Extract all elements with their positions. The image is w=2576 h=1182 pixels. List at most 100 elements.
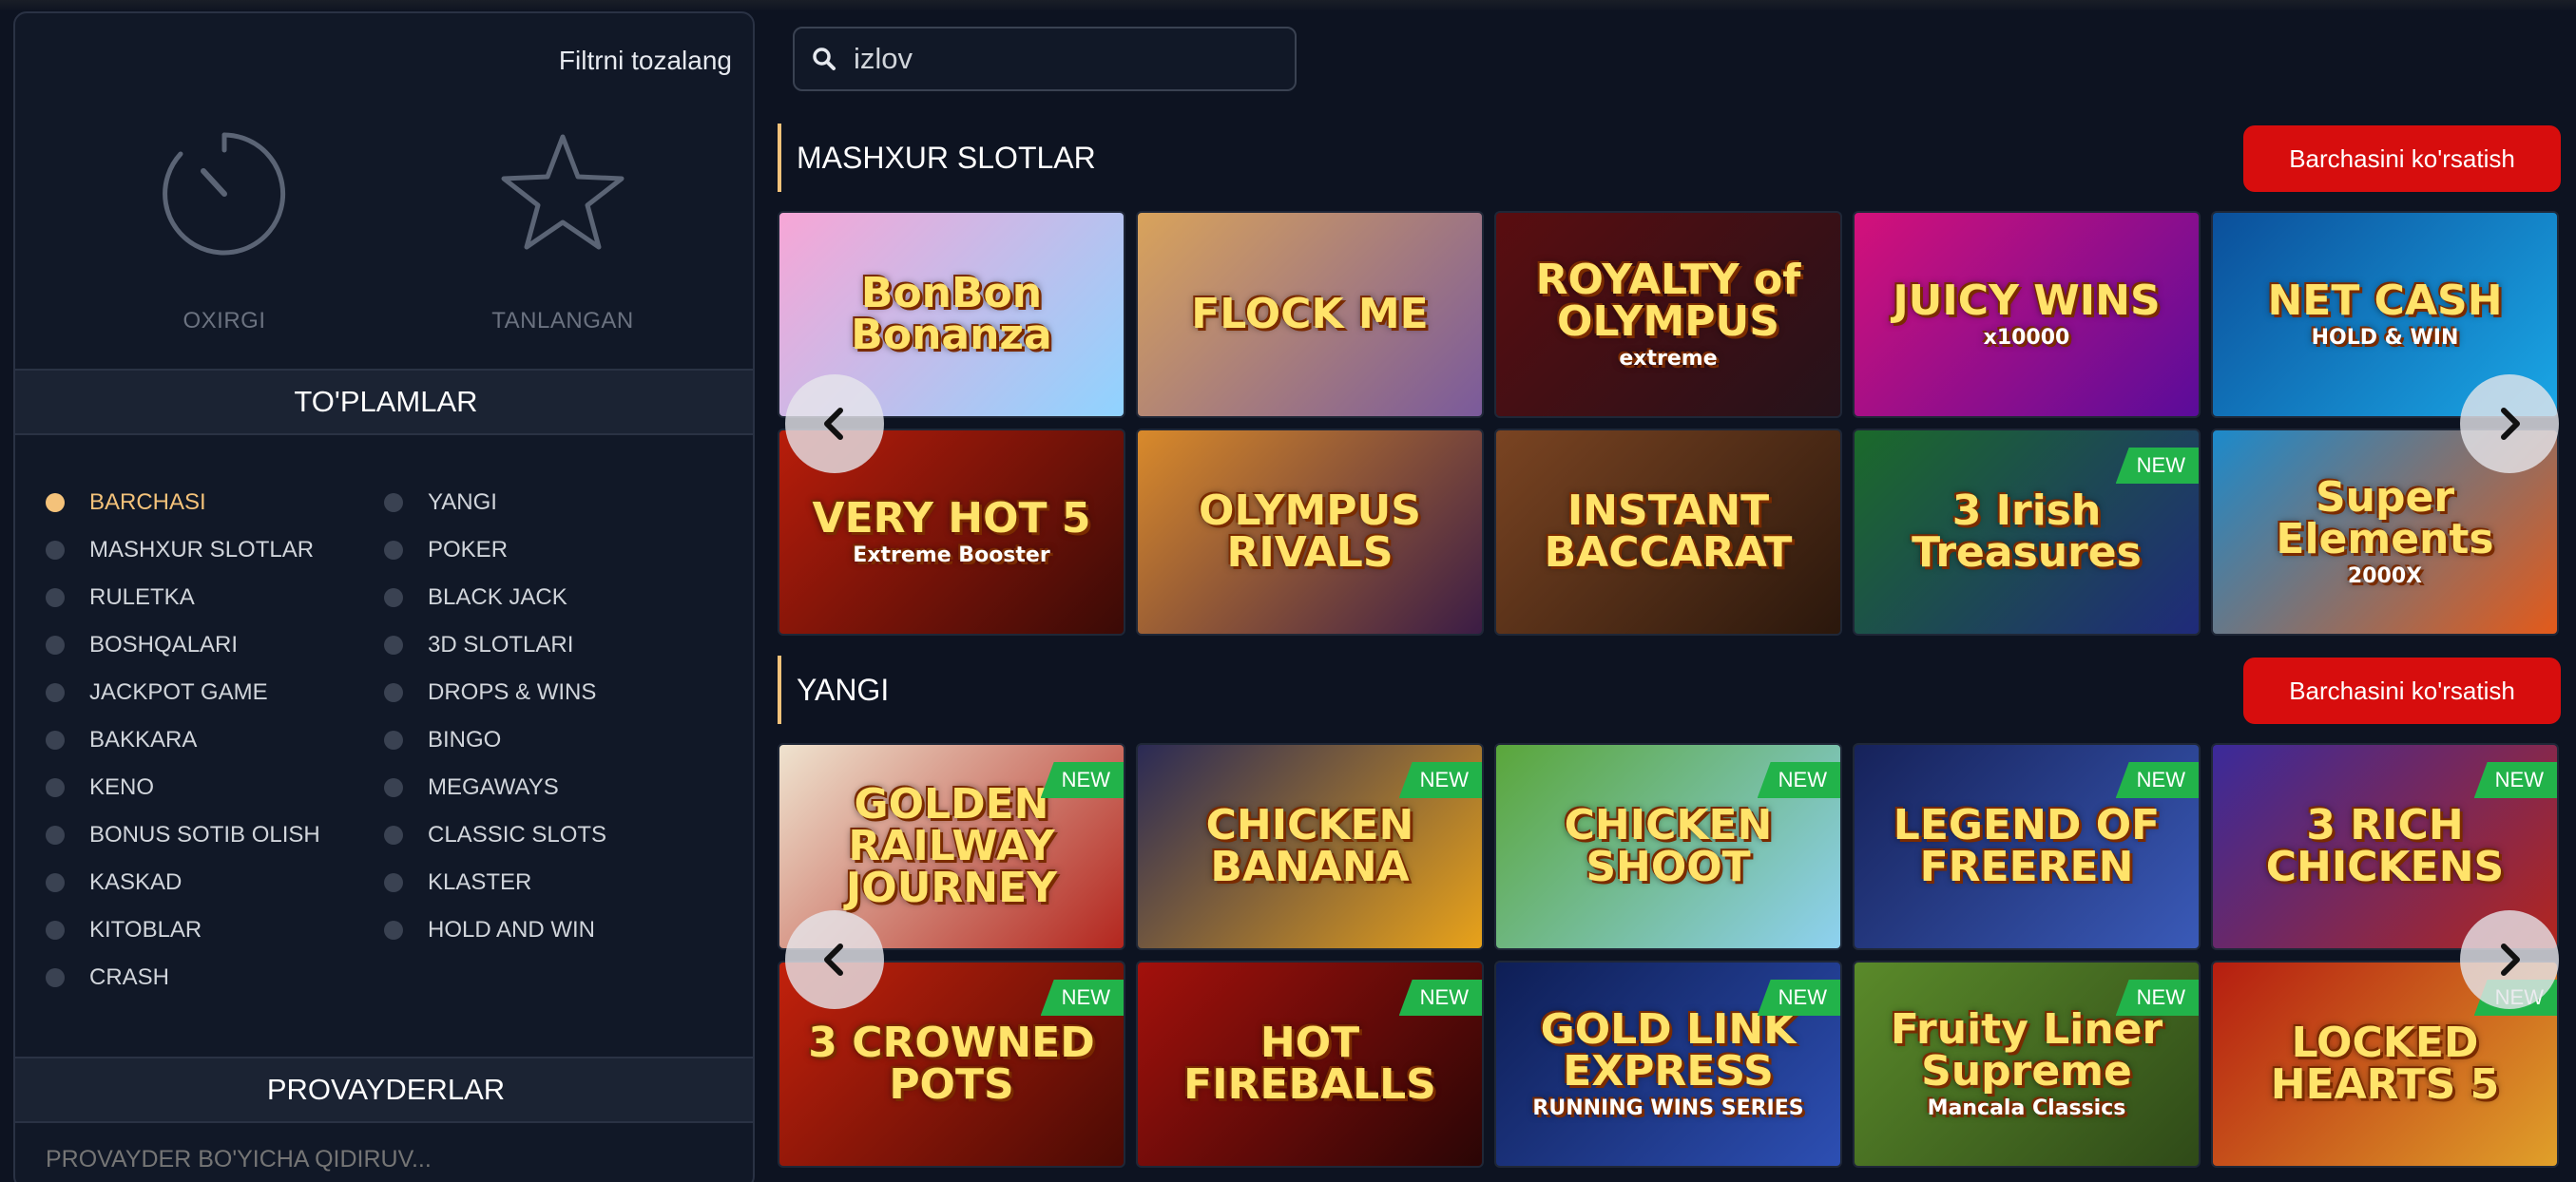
collections-heading: TO'PLAMLAR bbox=[15, 369, 753, 435]
collection-item[interactable]: BARCHASI bbox=[46, 479, 320, 526]
game-title: LOCKED HEARTS 5 bbox=[2224, 1022, 2546, 1106]
game-tile[interactable]: LEGEND OF FREEREN NEW bbox=[1853, 743, 2201, 950]
collection-item[interactable]: MEGAWAYS bbox=[384, 764, 606, 811]
game-tile[interactable]: Fruity Liner Supreme Mancala Classics NEW bbox=[1853, 961, 2201, 1168]
collection-label: KASKAD bbox=[89, 869, 183, 895]
search-icon bbox=[813, 48, 836, 70]
collection-label: MEGAWAYS bbox=[428, 774, 559, 800]
game-title-text: GOLDEN RAILWAY JOURNEY bbox=[845, 780, 1058, 912]
game-subtitle: HOLD & WIN bbox=[2311, 326, 2459, 350]
timer-icon bbox=[163, 132, 286, 256]
collection-label: BLACK JACK bbox=[428, 584, 567, 610]
game-subtitle: Mancala Classics bbox=[1927, 1096, 2126, 1120]
collection-item[interactable]: BAKKARA bbox=[46, 716, 320, 764]
collection-item[interactable]: KITOBLAR bbox=[46, 906, 320, 954]
collection-item[interactable]: CLASSIC SLOTS bbox=[384, 811, 606, 859]
game-tile[interactable]: FLOCK ME bbox=[1136, 211, 1484, 418]
game-title-text: JUICY WINS bbox=[1893, 276, 2161, 325]
game-tile[interactable]: 3 Irish Treasures NEW bbox=[1853, 429, 2201, 636]
collection-label: JACKPOT GAME bbox=[89, 679, 268, 705]
radio-dot-icon bbox=[46, 493, 65, 512]
game-search-input[interactable]: izlov bbox=[793, 27, 1297, 91]
radio-dot-icon bbox=[46, 636, 65, 655]
carousel-prev-button[interactable] bbox=[785, 374, 884, 473]
game-tile[interactable]: INSTANT BACCARAT bbox=[1494, 429, 1842, 636]
game-tile[interactable]: CHICKEN BANANA NEW bbox=[1136, 743, 1484, 950]
collection-label: POKER bbox=[428, 537, 509, 562]
game-title: 3 RICH CHICKENS bbox=[2224, 805, 2546, 888]
new-badge: NEW bbox=[1398, 762, 1482, 798]
collection-item[interactable]: BOSHQALARI bbox=[46, 621, 320, 669]
new-badge: NEW bbox=[1398, 980, 1482, 1016]
carousel-prev-button[interactable] bbox=[785, 910, 884, 1009]
game-title-text: NET CASH bbox=[2267, 276, 2503, 325]
collection-item[interactable]: KASKAD bbox=[46, 859, 320, 906]
see-all-button[interactable]: Barchasini ko'rsatish bbox=[2243, 125, 2561, 192]
game-tile[interactable]: CHICKEN SHOOT NEW bbox=[1494, 743, 1842, 950]
game-subtitle: Extreme Booster bbox=[853, 543, 1050, 567]
game-title-text: VERY HOT 5 bbox=[812, 494, 1091, 543]
clear-filter-link[interactable]: Filtrni tozalang bbox=[559, 46, 732, 76]
quick-filter-recent[interactable]: OXIRGI bbox=[139, 127, 310, 334]
collection-item[interactable]: JACKPOT GAME bbox=[46, 669, 320, 716]
collection-label: DROPS & WINS bbox=[428, 679, 597, 705]
collection-item[interactable]: BONUS SOTIB OLISH bbox=[46, 811, 320, 859]
collection-label: BINGO bbox=[428, 727, 502, 753]
provider-search-input[interactable] bbox=[46, 1146, 711, 1173]
radio-dot-icon bbox=[46, 826, 65, 845]
game-title-text: CHICKEN SHOOT bbox=[1564, 801, 1773, 891]
game-subtitle: x10000 bbox=[1983, 326, 2070, 350]
game-title: JUICY WINS x10000 bbox=[1893, 280, 2160, 349]
carousel-next-button[interactable] bbox=[2460, 374, 2559, 473]
collection-label: BOSHQALARI bbox=[89, 632, 239, 658]
game-title-text: CHICKEN BANANA bbox=[1205, 801, 1414, 891]
game-tile[interactable]: GOLD LINK EXPRESS RUNNING WINS SERIES NEW bbox=[1494, 961, 1842, 1168]
game-title-text: GOLD LINK EXPRESS bbox=[1540, 1005, 1797, 1096]
section-title: MASHXUR SLOTLAR bbox=[778, 124, 1096, 192]
new-badge: NEW bbox=[2115, 762, 2199, 798]
collection-item[interactable]: KLASTER bbox=[384, 859, 606, 906]
chevron-right-icon bbox=[2501, 408, 2520, 440]
collection-item[interactable]: HOLD AND WIN bbox=[384, 906, 606, 954]
game-tile[interactable]: HOT FIREBALLS NEW bbox=[1136, 961, 1484, 1168]
game-tile[interactable]: JUICY WINS x10000 bbox=[1853, 211, 2201, 418]
new-badge: NEW bbox=[1040, 980, 1124, 1016]
collection-item[interactable]: MASHXUR SLOTLAR bbox=[46, 526, 320, 574]
collection-item[interactable]: BINGO bbox=[384, 716, 606, 764]
collection-label: 3D SLOTLARI bbox=[428, 632, 574, 658]
game-title: BonBon Bonanza bbox=[791, 273, 1112, 356]
game-title-text: HOT FIREBALLS bbox=[1183, 1019, 1436, 1109]
collection-label: RULETKA bbox=[89, 584, 195, 610]
radio-dot-icon bbox=[46, 968, 65, 987]
game-title-text: FLOCK ME bbox=[1191, 290, 1429, 338]
collection-item[interactable]: YANGI bbox=[384, 479, 606, 526]
radio-dot-icon bbox=[384, 636, 403, 655]
game-title: INSTANT BACCARAT bbox=[1508, 490, 1829, 574]
see-all-button[interactable]: Barchasini ko'rsatish bbox=[2243, 658, 2561, 724]
radio-dot-icon bbox=[384, 683, 403, 702]
game-title: ROYALTY of OLYMPUS extreme bbox=[1508, 259, 1829, 370]
game-title-text: 3 Irish Treasures bbox=[1912, 486, 2142, 577]
game-tile[interactable]: ROYALTY of OLYMPUS extreme bbox=[1494, 211, 1842, 418]
collection-label: MASHXUR SLOTLAR bbox=[89, 537, 315, 562]
radio-dot-icon bbox=[384, 873, 403, 892]
game-grid: BonBon Bonanza FLOCK ME ROYALTY of OLYMPUS… bbox=[778, 211, 2561, 636]
collection-item[interactable]: BLACK JACK bbox=[384, 574, 606, 621]
collection-label: KLASTER bbox=[428, 869, 532, 895]
collection-item[interactable]: CRASH bbox=[46, 954, 320, 1001]
game-title-text: Fruity Liner Supreme bbox=[1890, 1005, 2163, 1096]
radio-dot-icon bbox=[384, 731, 403, 750]
collection-item[interactable]: KENO bbox=[46, 764, 320, 811]
collection-item[interactable]: RULETKA bbox=[46, 574, 320, 621]
collection-item[interactable]: 3D SLOTLARI bbox=[384, 621, 606, 669]
game-title: 3 Irish Treasures bbox=[1866, 490, 2187, 574]
providers-heading: PROVAYDERLAR bbox=[15, 1057, 753, 1123]
game-tile[interactable]: OLYMPUS RIVALS bbox=[1136, 429, 1484, 636]
game-title: Fruity Liner Supreme Mancala Classics bbox=[1866, 1009, 2187, 1119]
filter-sidebar: Filtrni tozalang OXIRGI TANLANGAN TO'PLA… bbox=[13, 11, 755, 1182]
game-title-text: 3 RICH CHICKENS bbox=[2265, 801, 2505, 891]
collection-item[interactable]: DROPS & WINS bbox=[384, 669, 606, 716]
quick-filter-favorites[interactable]: TANLANGAN bbox=[477, 127, 648, 334]
carousel-next-button[interactable] bbox=[2460, 910, 2559, 1009]
collection-item[interactable]: POKER bbox=[384, 526, 606, 574]
